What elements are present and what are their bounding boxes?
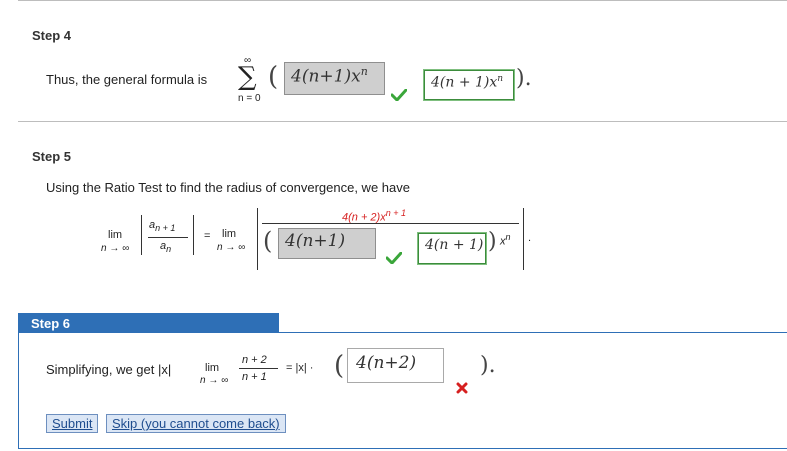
lim-label: lim xyxy=(108,229,123,241)
step-5-title: Step 5 xyxy=(32,149,72,164)
abs-bar-right xyxy=(193,215,194,255)
ratio-fraction-line xyxy=(148,237,188,238)
close-icon xyxy=(456,382,468,394)
lim-subscript: n → ∞ xyxy=(101,243,130,254)
sigma-symbol: ∑ xyxy=(238,62,257,92)
check-icon xyxy=(386,252,402,264)
step-4-answer-given: 4(n+1)xn xyxy=(284,62,385,95)
close-paren: ). xyxy=(516,66,532,91)
big-abs-bar-right xyxy=(523,208,524,270)
big-numerator-exponent: n + 1 xyxy=(385,208,406,218)
step-4-text: Thus, the general formula is xyxy=(46,72,208,87)
step-4-answer-expected: 4(n + 1)xn xyxy=(424,70,514,100)
ratio-denominator: an xyxy=(160,240,171,254)
step-6-lim-label: lim xyxy=(205,362,220,374)
den-variable: xn xyxy=(500,232,511,248)
step-5-text: Using the Ratio Test to find the radius … xyxy=(46,180,410,195)
trailing-period: . xyxy=(528,232,532,244)
step-4-title: Step 4 xyxy=(32,28,72,43)
step-6-text: Simplifying, we get |x| xyxy=(46,362,172,377)
step-5-answer-given: 4(n+1) xyxy=(278,228,376,259)
ratio-big-numerator: 4(n + 2)xn + 1 xyxy=(342,208,406,224)
step-6-open-paren: ( xyxy=(334,351,345,381)
step-6-lim-subscript: n → ∞ xyxy=(200,375,229,386)
equals-sign: = xyxy=(204,230,211,242)
answer-text: 4(n+1) xyxy=(285,231,346,251)
step-6-close-paren: ). xyxy=(480,353,496,378)
big-fraction-line xyxy=(262,223,519,224)
divider xyxy=(18,121,787,122)
divider xyxy=(18,0,787,1)
den-var-exponent: n xyxy=(505,232,511,242)
expected-text: 4(n + 1) xyxy=(425,237,484,253)
step-6-equals-abs: = |x| · xyxy=(286,362,314,374)
ratio-den-sub: n xyxy=(166,244,172,255)
expected-exponent: n xyxy=(497,74,504,84)
step-6-fraction-line xyxy=(239,368,278,369)
step-5-answer-expected: 4(n + 1) xyxy=(418,233,486,264)
den-open-paren: ( xyxy=(263,227,273,255)
big-abs-bar-left xyxy=(257,208,258,270)
sum-lower-limit: n = 0 xyxy=(238,93,261,104)
step-6-frac-numerator: n + 2 xyxy=(242,354,267,366)
rhs-lim-subscript: n → ∞ xyxy=(217,242,246,253)
den-close-paren: ) xyxy=(488,229,497,254)
answer-text: 4(n+1)x xyxy=(291,66,361,87)
check-icon xyxy=(391,89,407,101)
skip-button[interactable]: Skip (you cannot come back) xyxy=(106,414,286,433)
open-paren: ( xyxy=(268,62,279,92)
step-6-frac-denominator: n + 1 xyxy=(242,371,267,383)
answer-exponent: n xyxy=(360,65,368,78)
ratio-numerator: an + 1 xyxy=(149,219,175,233)
big-numerator-text: 4(n + 2)x xyxy=(342,211,386,224)
ratio-num-sub: n + 1 xyxy=(155,223,176,234)
step-6-title: Step 6 xyxy=(18,313,279,333)
rhs-lim-label: lim xyxy=(222,228,237,240)
step-6-answer-input[interactable]: 4(n+2) xyxy=(347,348,444,383)
answer-input-text: 4(n+2) xyxy=(356,353,417,373)
submit-button[interactable]: Submit xyxy=(46,414,99,433)
abs-bar-left xyxy=(141,215,142,255)
expected-text: 4(n + 1)x xyxy=(431,74,498,91)
